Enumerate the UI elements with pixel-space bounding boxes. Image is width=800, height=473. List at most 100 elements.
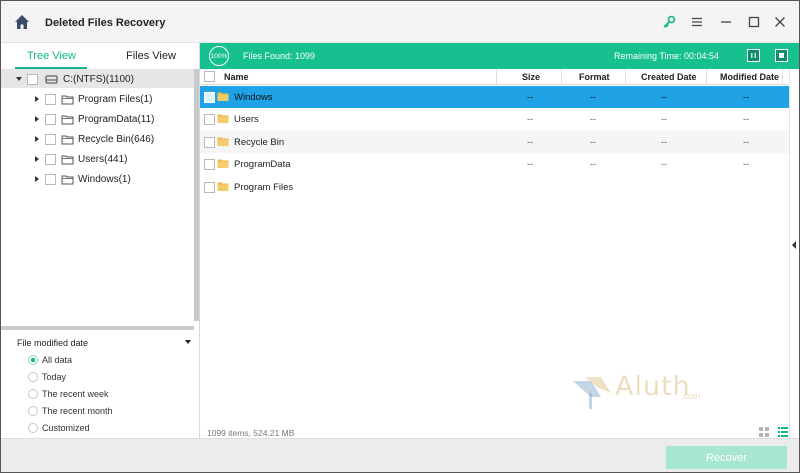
column-divider[interactable] <box>782 69 783 85</box>
row-modified: -- <box>743 92 749 102</box>
tree-item-checkbox[interactable] <box>45 113 56 125</box>
row-checkbox[interactable] <box>204 137 215 148</box>
tree-horizontal-scrollbar[interactable] <box>1 326 194 330</box>
folder-outline-icon <box>61 115 74 124</box>
progress-percent: 100% <box>210 52 228 60</box>
menu-icon[interactable] <box>689 14 705 30</box>
stop-icon[interactable] <box>775 49 788 62</box>
filter-option-recent-month[interactable]: The recent month <box>28 404 113 418</box>
column-divider[interactable] <box>625 69 626 85</box>
close-icon[interactable] <box>772 14 788 30</box>
watermark-suffix: .com <box>681 391 701 401</box>
home-icon[interactable] <box>14 14 30 30</box>
maximize-icon[interactable] <box>746 14 762 30</box>
row-name: Program Files <box>234 182 294 193</box>
collapse-arrow-icon[interactable] <box>791 241 797 249</box>
list-view-icon[interactable] <box>778 427 788 437</box>
tree-item-users[interactable]: Users(441) <box>32 150 127 168</box>
radio-selected[interactable] <box>28 355 38 365</box>
tab-tree-view[interactable]: Tree View <box>27 50 76 62</box>
column-header-format[interactable]: Format <box>579 72 610 82</box>
minimize-icon[interactable] <box>718 14 734 30</box>
chevron-down-icon[interactable] <box>184 338 192 346</box>
filter-option-label: All data <box>42 355 73 365</box>
row-created: -- <box>661 114 667 124</box>
tree-item-checkbox[interactable] <box>45 93 56 105</box>
folder-outline-icon <box>61 95 74 104</box>
row-size: -- <box>527 159 533 169</box>
radio[interactable] <box>28 406 38 416</box>
row-modified: -- <box>743 159 749 169</box>
chevron-right-icon[interactable] <box>32 114 42 124</box>
row-checkbox[interactable] <box>204 114 215 125</box>
filter-option-label: The recent week <box>42 389 109 399</box>
filter-option-today[interactable]: Today <box>28 370 66 384</box>
bottom-bar: Recover <box>1 438 799 472</box>
table-row[interactable]: Windows -- -- -- -- <box>200 86 789 108</box>
column-header-name[interactable]: Name <box>224 72 249 82</box>
column-header-size[interactable]: Size <box>522 72 540 82</box>
chevron-down-icon[interactable] <box>14 74 24 84</box>
row-format: -- <box>590 137 596 147</box>
tree-item-recycle-bin[interactable]: Recycle Bin(646) <box>32 130 154 148</box>
radio[interactable] <box>28 423 38 433</box>
row-created: -- <box>661 159 667 169</box>
table-row[interactable]: Recycle Bin -- -- -- -- <box>200 131 789 153</box>
row-created: -- <box>661 92 667 102</box>
grid-view-icon[interactable] <box>759 427 769 437</box>
tree-item-label: Recycle Bin(646) <box>78 133 155 145</box>
column-divider[interactable] <box>496 69 497 85</box>
tree-item-checkbox[interactable] <box>45 173 56 185</box>
remaining-time: Remaining Time: 00:04:54 <box>614 51 720 61</box>
chevron-right-icon[interactable] <box>32 94 42 104</box>
tree-item-checkbox[interactable] <box>45 153 56 165</box>
items-summary: 1099 items, 524.21 MB <box>207 428 295 438</box>
scan-status-bar: 100% Files Found: 1099 Remaining Time: 0… <box>200 43 799 69</box>
row-checkbox[interactable] <box>204 159 215 170</box>
table-row[interactable]: Program Files <box>200 176 789 198</box>
folder-icon <box>217 114 229 123</box>
pause-icon[interactable] <box>747 49 760 62</box>
tree-item-programdata[interactable]: ProgramData(11) <box>32 110 155 128</box>
column-divider[interactable] <box>706 69 707 85</box>
tree-item-windows[interactable]: Windows(1) <box>32 170 131 188</box>
filter-option-customized[interactable]: Customized <box>28 421 90 435</box>
radio[interactable] <box>28 389 38 399</box>
column-header-modified-date[interactable]: Modified Date <box>720 72 779 82</box>
column-divider[interactable] <box>561 69 562 85</box>
row-checkbox[interactable] <box>204 182 215 193</box>
table-header: Name Size Format Created Date Modified D… <box>200 69 789 85</box>
chevron-right-icon[interactable] <box>32 134 42 144</box>
filter-option-recent-week[interactable]: The recent week <box>28 387 109 401</box>
row-size: -- <box>527 114 533 124</box>
chevron-right-icon[interactable] <box>32 174 42 184</box>
folder-outline-icon <box>61 135 74 144</box>
tree-root-checkbox[interactable] <box>27 73 38 85</box>
row-checkbox[interactable] <box>204 92 215 103</box>
select-all-checkbox[interactable] <box>204 71 215 82</box>
filter-option-label: The recent month <box>42 406 113 416</box>
date-filter-panel: File modified date All data Today The re… <box>1 333 199 438</box>
folder-tree: C:(NTFS)(1100) Program Files(1) ProgramD… <box>1 69 199 327</box>
table-row[interactable]: Users -- -- -- -- <box>200 108 789 130</box>
row-format: -- <box>590 159 596 169</box>
table-row[interactable]: ProgramData -- -- -- -- <box>200 153 789 175</box>
row-size: -- <box>527 137 533 147</box>
tree-item-checkbox[interactable] <box>45 133 56 145</box>
tree-root-row[interactable]: C:(NTFS)(1100) <box>1 69 194 88</box>
folder-icon <box>217 92 229 101</box>
table-vertical-scrollbar[interactable] <box>789 69 799 438</box>
key-icon[interactable] <box>661 14 677 30</box>
filter-option-label: Today <box>42 372 67 382</box>
progress-ring: 100% <box>209 46 229 66</box>
column-header-created-date[interactable]: Created Date <box>641 72 697 82</box>
row-name: Recycle Bin <box>234 137 285 148</box>
radio[interactable] <box>28 372 38 382</box>
app-title: Deleted Files Recovery <box>45 17 166 29</box>
watermark-text: Aluth <box>615 371 691 402</box>
tree-item-program-files[interactable]: Program Files(1) <box>32 90 152 108</box>
chevron-right-icon[interactable] <box>32 154 42 164</box>
filter-option-all-data[interactable]: All data <box>28 353 72 367</box>
tab-files-view[interactable]: Files View <box>126 50 176 62</box>
recover-button[interactable]: Recover <box>666 446 787 469</box>
